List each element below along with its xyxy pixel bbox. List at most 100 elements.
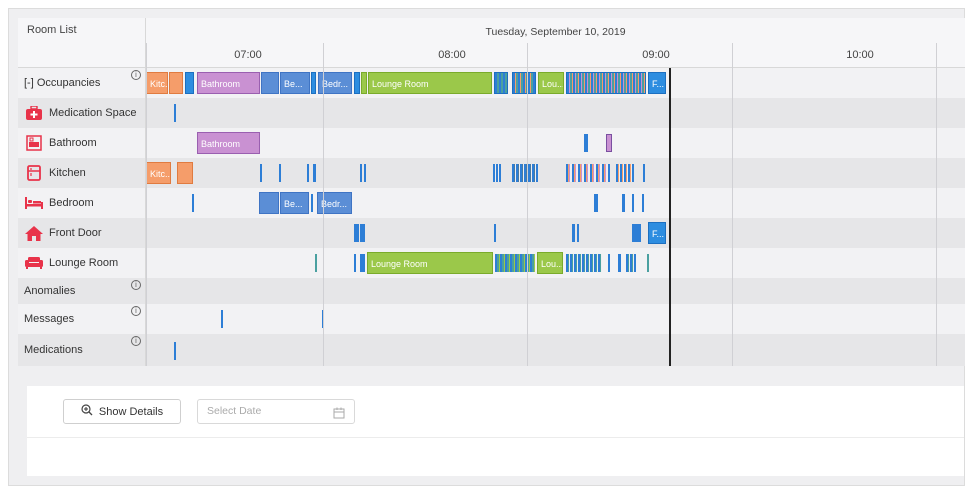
event-marker[interactable] bbox=[572, 224, 575, 242]
event-marker[interactable] bbox=[354, 254, 356, 272]
occupancy-segment[interactable] bbox=[566, 72, 646, 94]
info-icon[interactable]: i bbox=[131, 306, 141, 316]
medication-marker[interactable] bbox=[174, 342, 176, 360]
row-messages: Messages i bbox=[18, 304, 965, 334]
row-anomalies: Anomalies i bbox=[18, 278, 965, 304]
date-picker-input[interactable]: Select Date bbox=[197, 399, 355, 424]
event-marker[interactable] bbox=[354, 224, 359, 242]
medication-space-lane bbox=[146, 98, 965, 128]
gridline bbox=[527, 43, 528, 366]
occupancy-segment[interactable]: Kitc... bbox=[146, 72, 168, 94]
event-marker[interactable] bbox=[360, 224, 365, 242]
event-marker[interactable] bbox=[192, 194, 194, 212]
occupancy-segment[interactable]: Lounge Room bbox=[368, 72, 492, 94]
row-medication-space: Medication Space bbox=[18, 98, 965, 128]
gridline bbox=[323, 43, 324, 366]
event-marker[interactable] bbox=[642, 194, 644, 212]
event-marker[interactable] bbox=[577, 224, 579, 242]
date-placeholder: Select Date bbox=[207, 405, 262, 417]
event-marker[interactable] bbox=[313, 164, 316, 182]
medications-label: Medications bbox=[18, 334, 146, 366]
bedroom-segment[interactable]: Be... bbox=[280, 192, 309, 214]
event-marker[interactable] bbox=[626, 254, 636, 272]
event-marker[interactable] bbox=[632, 194, 634, 212]
hour-label: 09:00 bbox=[642, 49, 670, 61]
event-marker[interactable] bbox=[616, 164, 634, 182]
event-marker[interactable] bbox=[311, 194, 313, 212]
occupancy-segment[interactable] bbox=[261, 72, 279, 94]
event-marker[interactable] bbox=[495, 254, 535, 272]
hour-label: 08:00 bbox=[438, 49, 466, 61]
bed-icon bbox=[25, 194, 43, 212]
kitchen-segment[interactable] bbox=[177, 162, 193, 184]
bedroom-lane: Be... Bedr... bbox=[146, 188, 965, 218]
occupancy-segment[interactable]: F... bbox=[648, 72, 666, 94]
occupancy-segment[interactable] bbox=[169, 72, 183, 94]
room-label: Bedroom bbox=[18, 188, 146, 218]
show-details-label: Show Details bbox=[98, 405, 164, 418]
occupancy-segment[interactable] bbox=[494, 72, 508, 94]
event-marker[interactable] bbox=[622, 194, 625, 212]
bathroom-segment[interactable]: Bathroom bbox=[197, 132, 260, 154]
row-lounge-room: Lounge Room Lounge Room Lou... bbox=[18, 248, 965, 278]
event-marker[interactable] bbox=[364, 164, 366, 182]
event-marker[interactable] bbox=[643, 164, 645, 182]
event-marker[interactable] bbox=[494, 224, 496, 242]
event-marker[interactable] bbox=[279, 164, 281, 182]
event-marker[interactable] bbox=[260, 164, 262, 182]
lounge-segment[interactable]: Lou... bbox=[537, 252, 563, 274]
event-marker[interactable] bbox=[566, 254, 602, 272]
fridge-icon bbox=[25, 164, 43, 182]
occupancy-segment[interactable]: Bathroom bbox=[197, 72, 260, 94]
front-door-lane: F... bbox=[146, 218, 965, 248]
row-bedroom: Bedroom Be... Bedr... bbox=[18, 188, 965, 218]
message-marker[interactable] bbox=[221, 310, 223, 328]
event-marker[interactable] bbox=[608, 254, 610, 272]
event-marker[interactable] bbox=[584, 134, 588, 152]
show-details-button[interactable]: Show Details bbox=[63, 399, 181, 424]
anomalies-label: Anomalies bbox=[18, 278, 146, 304]
occupancy-segment[interactable] bbox=[361, 72, 367, 94]
front-door-segment[interactable]: F... bbox=[648, 222, 666, 244]
kitchen-segment[interactable]: Kitc... bbox=[146, 162, 171, 184]
event-marker[interactable] bbox=[647, 254, 649, 272]
occupancy-lane: Kitc... Bathroom Be... Bedr... Lounge Ro… bbox=[146, 68, 965, 98]
event-marker[interactable] bbox=[493, 164, 501, 182]
event-marker[interactable] bbox=[512, 164, 538, 182]
occupancy-segment[interactable] bbox=[311, 72, 316, 94]
occupancy-segment[interactable] bbox=[512, 72, 536, 94]
occupancy-segment[interactable]: Lou... bbox=[538, 72, 564, 94]
lounge-room-lane: Lounge Room Lou... bbox=[146, 248, 965, 278]
timeline-date: Tuesday, September 10, 2019 bbox=[146, 18, 965, 43]
info-icon[interactable]: i bbox=[131, 336, 141, 346]
event-marker[interactable] bbox=[632, 224, 641, 242]
row-medications: Medications i bbox=[18, 334, 965, 366]
event-marker[interactable] bbox=[594, 194, 598, 212]
house-icon bbox=[25, 224, 43, 242]
event-marker[interactable] bbox=[315, 254, 317, 272]
lounge-segment[interactable]: Lounge Room bbox=[367, 252, 493, 274]
timeline: Room List Tuesday, September 10, 2019 07… bbox=[18, 18, 965, 366]
occupancy-segment[interactable]: Be... bbox=[280, 72, 310, 94]
event-marker[interactable] bbox=[606, 134, 612, 152]
medications-lane bbox=[146, 334, 965, 366]
event-marker[interactable] bbox=[566, 164, 610, 182]
event-marker[interactable] bbox=[360, 254, 365, 272]
occupancy-segment[interactable] bbox=[354, 72, 360, 94]
sofa-icon bbox=[25, 254, 43, 272]
bedroom-segment[interactable] bbox=[259, 192, 279, 214]
event-marker[interactable] bbox=[360, 164, 362, 182]
current-time-line bbox=[669, 68, 671, 366]
room-label: Bathroom bbox=[18, 128, 146, 158]
event-marker[interactable] bbox=[307, 164, 309, 182]
info-icon[interactable]: i bbox=[131, 70, 141, 80]
room-label: Lounge Room bbox=[18, 248, 146, 278]
calendar-icon[interactable] bbox=[333, 405, 345, 428]
row-front-door: Front Door F... bbox=[18, 218, 965, 248]
event-marker[interactable] bbox=[174, 104, 176, 122]
event-marker[interactable] bbox=[618, 254, 621, 272]
occupancies-toggle[interactable]: [-] Occupancies bbox=[18, 68, 146, 98]
divider bbox=[27, 437, 964, 438]
occupancy-segment[interactable] bbox=[185, 72, 194, 94]
info-icon[interactable]: i bbox=[131, 280, 141, 290]
